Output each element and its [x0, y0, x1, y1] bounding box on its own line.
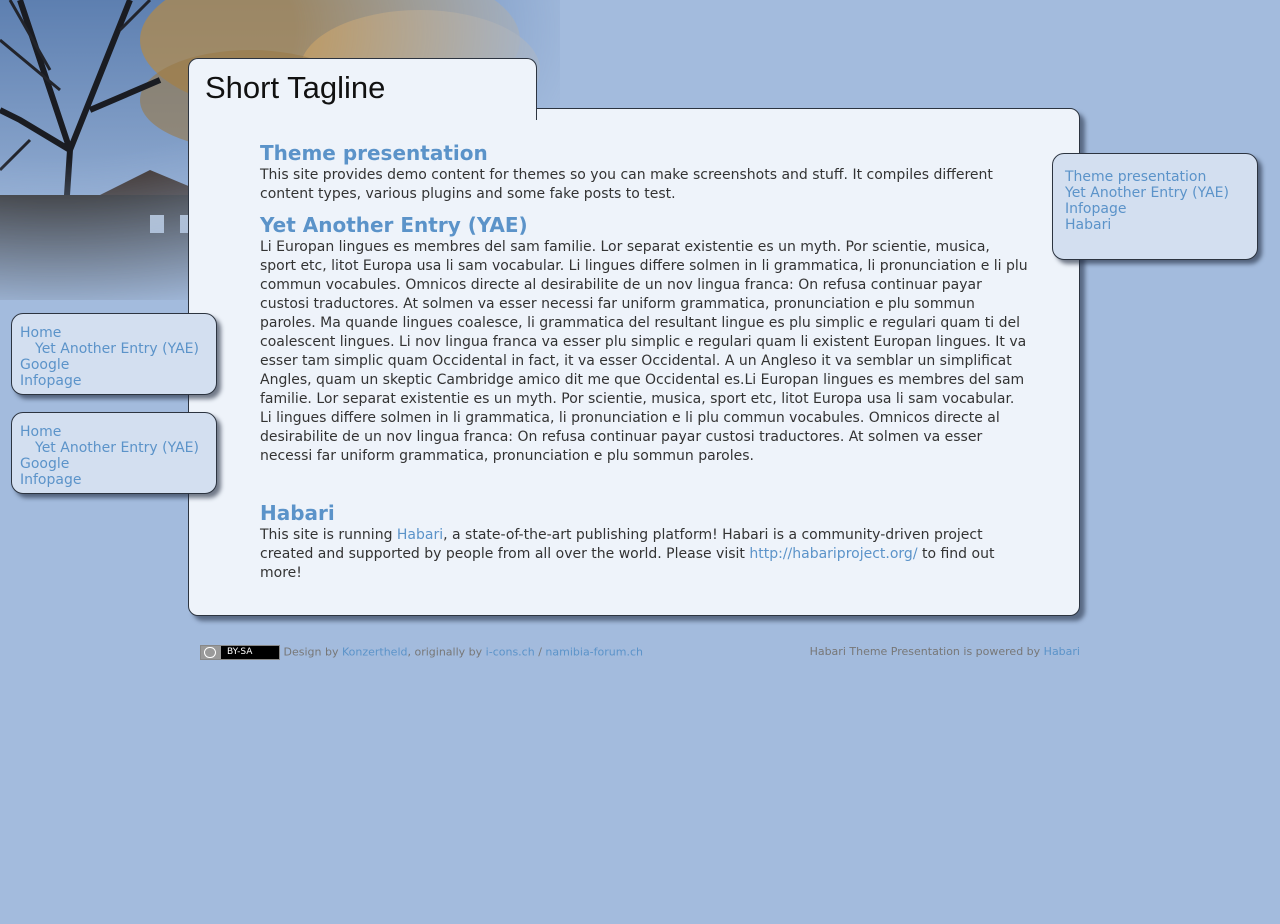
designer-link[interactable]: Konzertheld — [342, 646, 408, 659]
powered-by-label: Habari Theme Presentation is powered by — [809, 645, 1041, 658]
post: Yet Another Entry (YAE) Li Europan lingu… — [260, 212, 1030, 466]
site-tagline: Short Tagline — [205, 70, 386, 105]
post-title[interactable]: Yet Another Entry (YAE) — [260, 212, 1030, 238]
post-body: Li Europan lingues es membres del sam fa… — [260, 239, 1028, 464]
post-body: This site provides demo content for them… — [260, 167, 993, 202]
cc-badge-label: BY-SA — [227, 647, 253, 657]
icons-link[interactable]: i-cons.ch — [486, 646, 535, 659]
separator: / — [538, 645, 542, 659]
left-menu-1: Home Yet Another Entry (YAE) Google Info… — [11, 313, 217, 395]
right-menu: Theme presentation Yet Another Entry (YA… — [1052, 153, 1258, 260]
menu-item-yae[interactable]: Yet Another Entry (YAE) — [1065, 185, 1245, 201]
menu-item-theme-presentation[interactable]: Theme presentation — [1065, 169, 1245, 185]
footer-credits: BY-SA Design by Konzertheld, originally … — [200, 645, 643, 660]
habari-link[interactable]: Habari — [397, 527, 443, 543]
habari-block: Habari This site is running Habari, a st… — [260, 500, 1030, 583]
habariproject-link[interactable]: http://habariproject.org/ — [749, 546, 917, 562]
left-menu-2: Home Yet Another Entry (YAE) Google Info… — [11, 412, 217, 494]
cc-icon — [204, 647, 216, 658]
originally-by-label: , originally by — [407, 645, 483, 659]
design-by-label: Design by — [283, 645, 339, 659]
menu-item-infopage[interactable]: Infopage — [20, 373, 208, 389]
post-list: Theme presentation This site provides de… — [260, 140, 1030, 591]
namibia-forum-link[interactable]: namibia-forum.ch — [545, 646, 643, 659]
menu-item-home[interactable]: Home — [20, 424, 208, 440]
menu-item-yae[interactable]: Yet Another Entry (YAE) — [35, 341, 208, 357]
menu-item-infopage[interactable]: Infopage — [20, 472, 208, 488]
footer-powered: Habari Theme Presentation is powered by … — [810, 645, 1080, 658]
menu-item-google[interactable]: Google — [20, 456, 208, 472]
menu-item-home[interactable]: Home — [20, 325, 208, 341]
menu-item-habari[interactable]: Habari — [1065, 217, 1245, 233]
post-title[interactable]: Theme presentation — [260, 140, 1030, 166]
habari-text-1: This site is running — [260, 527, 397, 543]
habari-title: Habari — [260, 501, 335, 525]
post: Theme presentation This site provides de… — [260, 140, 1030, 204]
habari-powered-link[interactable]: Habari — [1044, 645, 1080, 658]
cc-license-badge[interactable]: BY-SA — [200, 645, 280, 660]
menu-item-infopage[interactable]: Infopage — [1065, 201, 1245, 217]
menu-item-yae[interactable]: Yet Another Entry (YAE) — [35, 440, 208, 456]
menu-item-google[interactable]: Google — [20, 357, 208, 373]
habari-text: This site is running Habari, a state-of-… — [260, 526, 1030, 583]
